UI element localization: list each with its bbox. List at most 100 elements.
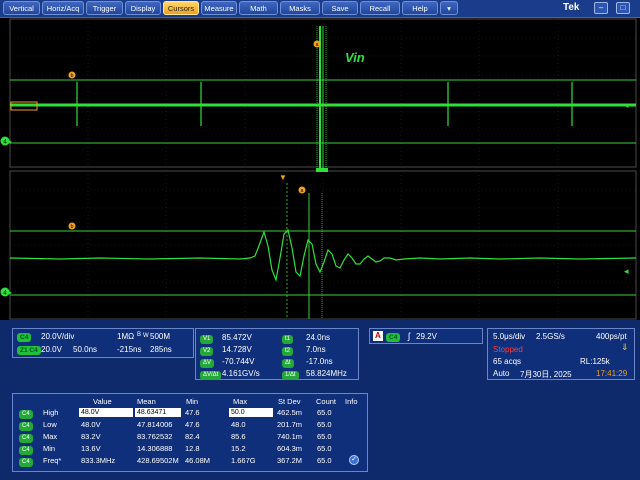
col-header-info: Info: [345, 397, 358, 406]
timebase: 5.0μs/div: [493, 332, 526, 341]
row-mean: 428.69502M: [137, 456, 179, 465]
trigger-level-arrow-icon: ◂: [624, 100, 629, 110]
row-name: Low: [43, 420, 57, 429]
menu-help[interactable]: Help: [402, 1, 438, 15]
channel-4-scale: 20.0V/div: [41, 332, 75, 341]
row-value: 13.6V: [81, 444, 101, 453]
delta-v-value: -70.744V: [222, 357, 255, 366]
maximize-icon[interactable]: □: [616, 2, 630, 14]
zoom-1-badge[interactable]: Z1 C4: [17, 346, 41, 355]
arrow-down-icon: ⇓: [621, 342, 629, 352]
row-count: 65.0: [317, 408, 332, 417]
row-stdev: 201.7m: [277, 420, 303, 429]
row-min: 12.8: [185, 444, 200, 453]
t1-value: 24.0ns: [306, 333, 331, 342]
t1-badge: t1: [282, 335, 294, 344]
row-name: Freq*: [43, 456, 62, 465]
acquisition-panel[interactable]: 5.0μs/div 2.5GS/s 400ps/pt Stopped ⇓ 65 …: [487, 328, 635, 380]
row-value: 48.0V: [79, 408, 133, 417]
channel-4-impedance: 1MΩ: [117, 332, 135, 341]
menu-vertical[interactable]: Vertical: [3, 1, 40, 15]
row-min: 47.6: [185, 408, 200, 417]
row-stdev: 367.2M: [277, 456, 303, 465]
row-min: 46.08M: [185, 456, 211, 465]
row-channel-badge: C4: [19, 422, 33, 431]
row-channel-badge: C4: [19, 434, 33, 443]
v1-value: 85.472V: [222, 333, 252, 342]
delta-t-value: -17.0ns: [306, 357, 333, 366]
delta-v-badge: ΔV: [200, 359, 215, 368]
measurement-table[interactable]: Value Mean Min Max St Dev Count Info C4 …: [12, 393, 368, 472]
t2-badge: t2: [282, 347, 294, 356]
delta-v-dt-badge: ΔV/Δt: [200, 371, 222, 380]
row-mean: 48.63471: [135, 408, 181, 417]
delta-t-badge: Δt: [282, 359, 294, 368]
row-min: 47.6: [185, 420, 200, 429]
menu-dropdown-icon[interactable]: ▾: [440, 1, 458, 15]
cursor-b-label-lower: b: [71, 224, 74, 230]
menu-display[interactable]: Display: [125, 1, 161, 15]
trigger-position-icon[interactable]: ▼: [279, 173, 287, 182]
trigger-channel-badge: C4: [386, 333, 401, 342]
rising-edge-icon: ʃ: [408, 331, 410, 341]
row-name: Min: [43, 444, 56, 453]
col-header-count: Count: [316, 397, 337, 406]
trigger-level-arrow-icon-lower: ◂: [624, 266, 629, 276]
row-mean: 83.762532: [137, 432, 173, 441]
trigger-mode: Auto: [493, 369, 510, 378]
acquisition-date: 7月30日, 2025: [520, 370, 572, 379]
trigger-a-label: A: [373, 331, 383, 341]
zoom-1-position: -215ns: [117, 345, 142, 354]
row-max: 15.2: [231, 444, 246, 453]
inverse-delta-t-badge: 1/Δt: [282, 371, 299, 380]
menu-measure[interactable]: Measure: [201, 1, 237, 15]
zoom-1-scale: 20.0V: [41, 345, 62, 354]
menu-masks[interactable]: Masks: [280, 1, 320, 15]
row-max: 48.0: [231, 420, 246, 429]
acquisition-count: 65 acqs: [493, 357, 522, 366]
row-count: 65.0: [317, 432, 332, 441]
menu-recall[interactable]: Recall: [360, 1, 400, 15]
delta-v-dt-value: 4.161GV/s: [222, 369, 260, 378]
menu-math[interactable]: Math: [239, 1, 278, 15]
col-header-stdev: St Dev: [278, 397, 301, 406]
v2-value: 14.728V: [222, 345, 252, 354]
menu-cursors[interactable]: Cursors: [163, 1, 199, 15]
menu-horiz-acq[interactable]: Horiz/Acq: [42, 1, 84, 15]
cursor-a-label-upper: a: [316, 42, 319, 48]
minimize-icon[interactable]: –: [594, 2, 608, 14]
v1-badge: V1: [200, 335, 214, 344]
trigger-panel[interactable]: A C4 ʃ 29.2V: [369, 328, 483, 344]
cursor-a-label-lower: a: [301, 188, 304, 194]
col-header-value: Value: [93, 397, 112, 406]
sample-rate: 2.5GS/s: [536, 332, 565, 341]
waveform-label: Vin: [345, 50, 365, 65]
row-stdev: 604.3m: [277, 444, 303, 453]
resolution: 400ps/pt: [596, 332, 627, 341]
row-count: 65.0: [317, 420, 332, 429]
ground-arrow-icon: ▸: [8, 137, 12, 146]
col-header-min: Min: [186, 397, 199, 406]
t2-value: 7.0ns: [306, 345, 326, 354]
lower-graticule: [9, 170, 637, 320]
menu-bar: Vertical Horiz/Acq Trigger Display Curso…: [0, 0, 640, 18]
bandwidth-subscript: W: [143, 333, 149, 339]
col-header-mean: Mean: [137, 397, 156, 406]
row-value: 833.3MHz: [81, 456, 116, 465]
inverse-delta-t-value: 58.824MHz: [306, 369, 347, 378]
menu-save[interactable]: Save: [322, 1, 358, 15]
row-name: Max: [43, 432, 58, 441]
acquisition-time: 17:41:29: [596, 369, 628, 378]
info-icon[interactable]: ✓: [349, 455, 359, 465]
waveform-display[interactable]: b a Vin 4 ▸ ◂ ▼ a b 4 ▸ ◂: [0, 18, 640, 320]
channel-4-bandwidth: 500M: [150, 332, 171, 341]
v2-badge: V2: [200, 347, 214, 356]
row-max: 1.667G: [231, 456, 256, 465]
row-mean: 14.306888: [137, 444, 173, 453]
channel-4-badge[interactable]: C4: [17, 333, 32, 342]
menu-trigger[interactable]: Trigger: [86, 1, 123, 15]
cursor-readout-panel[interactable]: V1 85.472V V2 14.728V ΔV -70.744V ΔV/Δt …: [195, 328, 359, 380]
row-channel-badge: C4: [19, 410, 33, 419]
channel-panel[interactable]: C4 20.0V/div 1MΩ B W 500M Z1 C4 20.0V 50…: [12, 328, 194, 358]
row-max: 85.6: [231, 432, 246, 441]
